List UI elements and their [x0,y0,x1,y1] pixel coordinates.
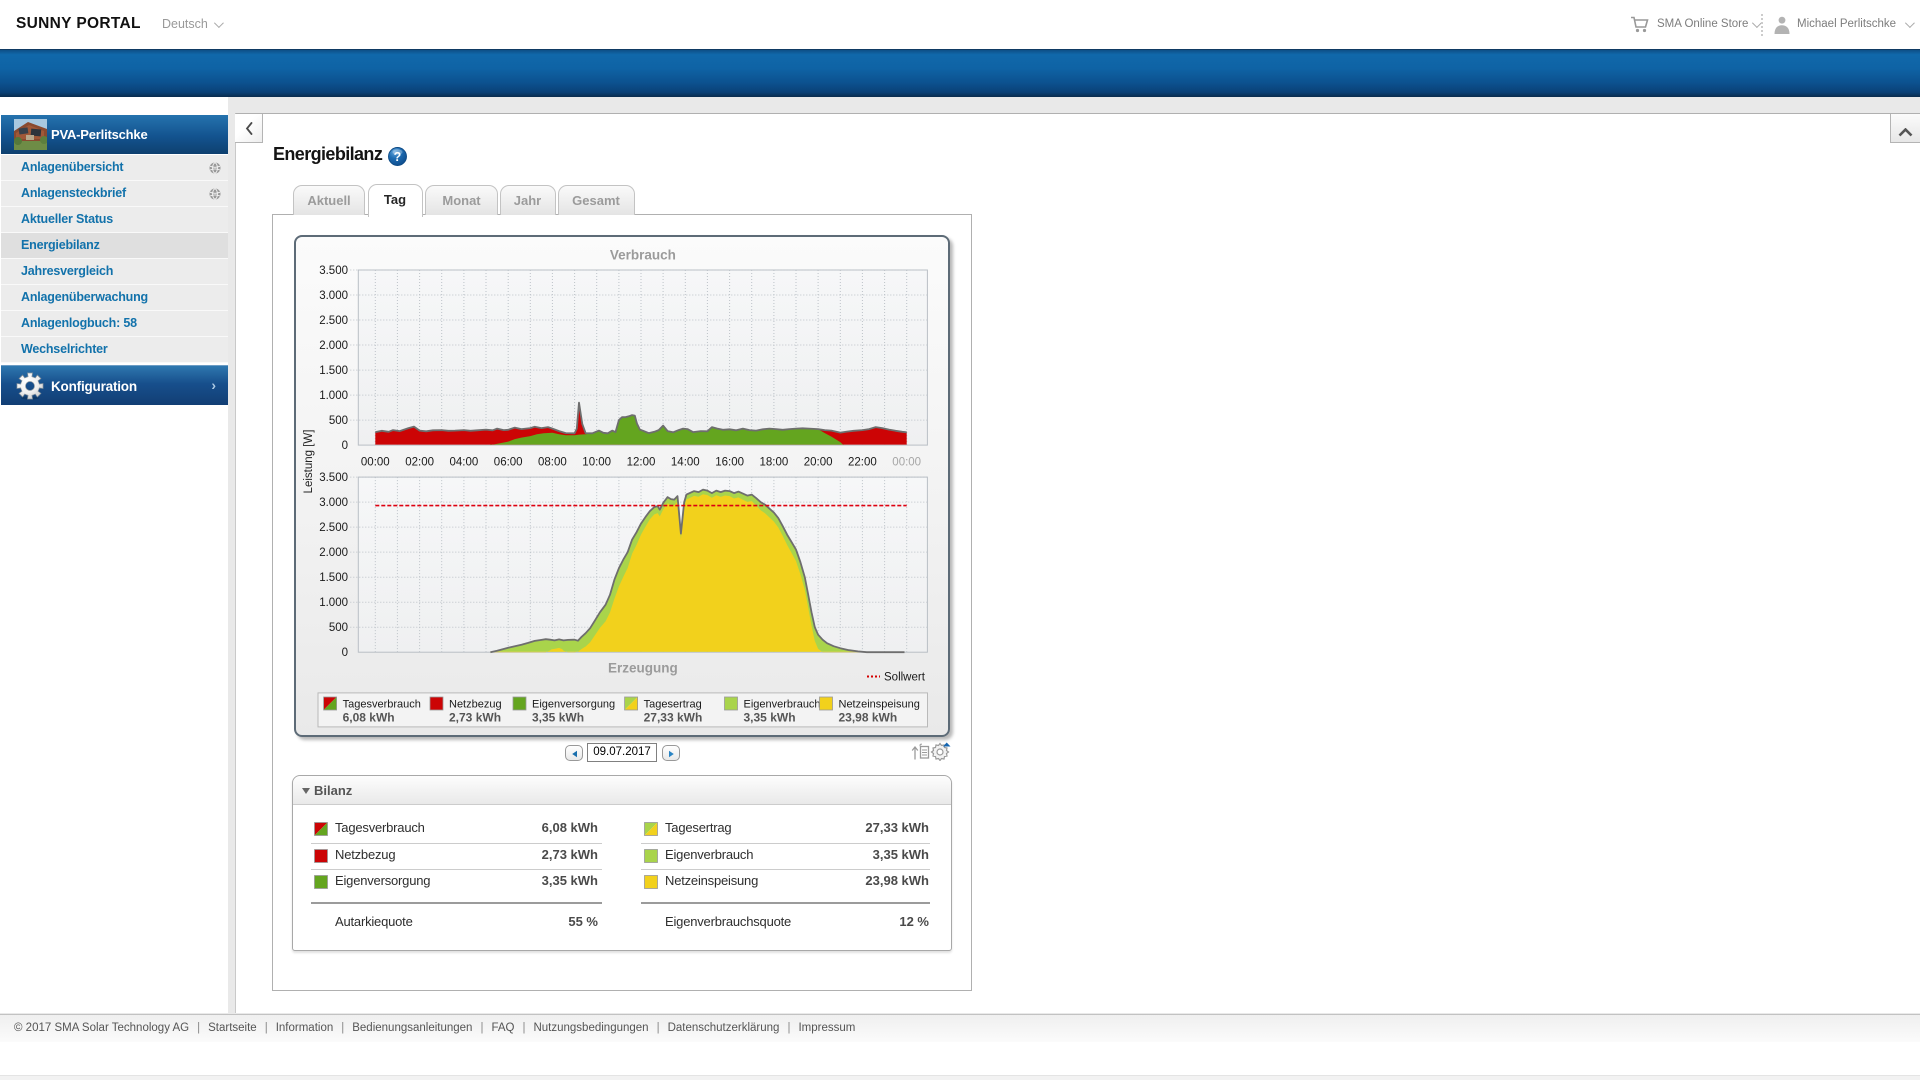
svg-text:12:00: 12:00 [627,457,656,469]
svg-text:18:00: 18:00 [760,457,789,469]
svg-text:Tagesverbrauch: Tagesverbrauch [343,699,421,711]
svg-text:Tagesertrag: Tagesertrag [644,699,702,711]
svg-text:0: 0 [342,647,348,659]
svg-text:Leistung [W]: Leistung [W] [303,430,315,494]
svg-text:22:00: 22:00 [848,457,877,469]
svg-text:06:00: 06:00 [494,457,523,469]
svg-text:14:00: 14:00 [671,457,700,469]
svg-text:3.000: 3.000 [319,497,348,509]
svg-text:1.000: 1.000 [319,390,348,402]
svg-text:3,35 kWh: 3,35 kWh [744,711,796,725]
svg-text:Verbrauch: Verbrauch [610,248,676,263]
svg-text:23,98 kWh: 23,98 kWh [839,711,898,725]
svg-text:2.500: 2.500 [319,522,348,534]
svg-text:1.500: 1.500 [319,572,348,584]
svg-text:3,35 kWh: 3,35 kWh [532,711,584,725]
svg-text:0: 0 [342,440,348,452]
svg-text:500: 500 [329,415,348,427]
svg-text:3.500: 3.500 [319,472,348,484]
svg-text:2.000: 2.000 [319,547,348,559]
svg-text:08:00: 08:00 [538,457,567,469]
svg-text:Erzeugung: Erzeugung [608,661,678,676]
svg-text:Eigenversorgung: Eigenversorgung [532,699,615,711]
svg-text:500: 500 [329,622,348,634]
svg-text:27,33 kWh: 27,33 kWh [644,711,703,725]
svg-text:1.500: 1.500 [319,365,348,377]
svg-text:00:00: 00:00 [361,457,390,469]
svg-text:00:00: 00:00 [892,457,921,469]
svg-text:Sollwert: Sollwert [884,672,926,684]
svg-text:1.000: 1.000 [319,597,348,609]
svg-text:2.000: 2.000 [319,340,348,352]
svg-text:02:00: 02:00 [405,457,434,469]
svg-text:2.500: 2.500 [319,315,348,327]
svg-text:3.000: 3.000 [319,290,348,302]
svg-text:Eigenverbrauch: Eigenverbrauch [744,699,821,711]
svg-text:16:00: 16:00 [715,457,744,469]
svg-text:3.500: 3.500 [319,265,348,277]
svg-text:04:00: 04:00 [450,457,479,469]
svg-text:10:00: 10:00 [582,457,611,469]
svg-text:Netzeinspeisung: Netzeinspeisung [839,699,920,711]
svg-text:?: ? [394,150,402,164]
svg-text:2,73 kWh: 2,73 kWh [449,711,501,725]
svg-text:Netzbezug: Netzbezug [449,699,502,711]
svg-text:6,08 kWh: 6,08 kWh [343,711,395,725]
svg-text:20:00: 20:00 [804,457,833,469]
